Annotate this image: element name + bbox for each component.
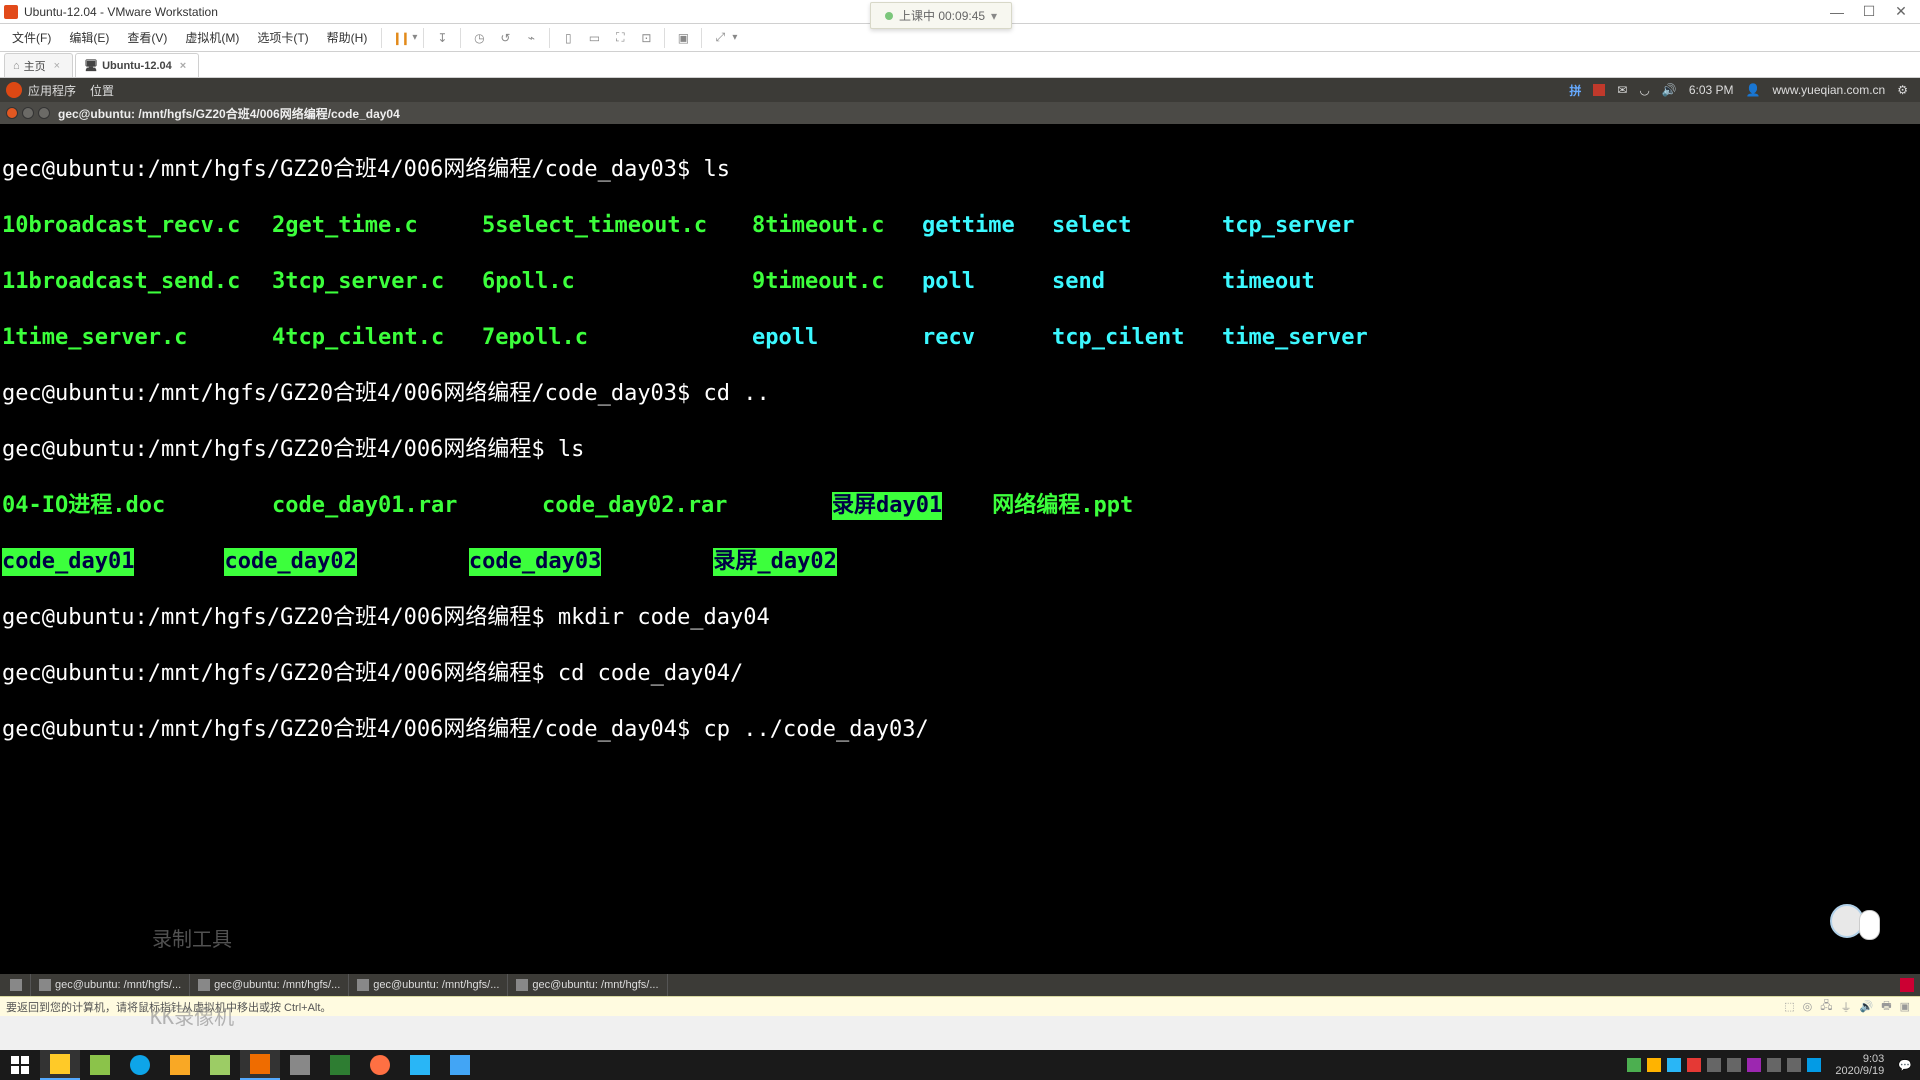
wifi-icon[interactable]: ◡ (1639, 83, 1649, 97)
ubuntu-taskbar: gec@ubuntu: /mnt/hgfs/... gec@ubuntu: /m… (0, 974, 1920, 996)
snapshot-manager-icon[interactable]: ⌁ (519, 26, 543, 50)
recording-label: 上课中 00:09:45 (899, 7, 985, 24)
taskbar-app[interactable] (360, 1050, 400, 1080)
term-close-icon[interactable] (6, 107, 18, 119)
maximize-button[interactable]: ☐ (1854, 2, 1884, 22)
url-label: www.yueqian.com.cn (1773, 83, 1886, 97)
status-icon[interactable] (1593, 84, 1605, 96)
vmware-statusbar: 要返回到您的计算机，请将鼠标指针从虚拟机中移出或按 Ctrl+Alt。 ⬚ ◎ … (0, 996, 1920, 1016)
terminal-titlebar: gec@ubuntu: /mnt/hgfs/GZ20合班4/006网络编程/co… (0, 102, 1920, 124)
assistant-badge-label: A (1859, 910, 1880, 940)
monitor-icon: 🖥 (84, 59, 98, 72)
term-max-icon[interactable] (38, 107, 50, 119)
console-icon[interactable]: ▣ (671, 26, 695, 50)
menu-view[interactable]: 查看(V) (119, 25, 175, 50)
minimize-button[interactable]: — (1822, 2, 1852, 22)
assistant-badge[interactable]: A (1830, 904, 1880, 940)
tab-home-label: 主页 (24, 58, 46, 74)
tab-vm[interactable]: 🖥 Ubuntu-12.04 × (75, 53, 199, 77)
view-single-icon[interactable]: ▯ (556, 26, 580, 50)
chevron-down-icon: ▾ (991, 9, 997, 23)
taskbar-app[interactable] (440, 1050, 480, 1080)
taskbar-item[interactable]: gec@ubuntu: /mnt/hgfs/... (508, 974, 667, 996)
clock[interactable]: 6:03 PM (1689, 83, 1734, 97)
home-icon: ⌂ (13, 60, 20, 72)
pause-icon[interactable]: ❙❙ (388, 26, 412, 50)
taskbar-app[interactable] (400, 1050, 440, 1080)
terminal-title: gec@ubuntu: /mnt/hgfs/GZ20合班4/006网络编程/co… (58, 105, 400, 122)
tray-icon[interactable] (1667, 1058, 1681, 1072)
windows-clock[interactable]: 9:03 2020/9/19 (1827, 1053, 1892, 1077)
tray-icon[interactable] (1687, 1058, 1701, 1072)
terminal[interactable]: gec@ubuntu:/mnt/hgfs/GZ20合班4/006网络编程/cod… (0, 124, 1920, 974)
tab-vm-label: Ubuntu-12.04 (102, 60, 172, 72)
taskbar-app[interactable] (200, 1050, 240, 1080)
system-tray[interactable]: 9:03 2020/9/19 💬 (1619, 1053, 1920, 1077)
mail-icon[interactable]: ✉ (1617, 83, 1627, 97)
taskbar-app[interactable] (160, 1050, 200, 1080)
menu-file[interactable]: 文件(F) (4, 25, 59, 50)
trash-icon[interactable] (1900, 978, 1914, 992)
menu-tabs[interactable]: 选项卡(T) (249, 25, 316, 50)
tray-icon[interactable] (1627, 1058, 1641, 1072)
stretch-icon[interactable]: ⤢ (708, 26, 732, 50)
watermark: 录制工具 KK录像机 (150, 874, 234, 1056)
ubuntu-logo-icon[interactable] (6, 82, 22, 98)
volume-icon[interactable]: 🔊 (1662, 83, 1677, 97)
panel-places[interactable]: 位置 (90, 82, 114, 99)
tray-icon[interactable] (1767, 1058, 1781, 1072)
device-cd-icon[interactable]: ◎ (1803, 1000, 1813, 1013)
recording-dot-icon (885, 12, 893, 20)
panel-applications[interactable]: 应用程序 (28, 82, 76, 99)
view-unity-icon[interactable]: ⊡ (634, 26, 658, 50)
menu-vm[interactable]: 虚拟机(M) (177, 25, 247, 50)
menu-edit[interactable]: 编辑(E) (61, 25, 117, 50)
device-net-icon[interactable]: 🖧 (1820, 997, 1832, 1016)
tab-home[interactable]: ⌂ 主页 × (4, 53, 73, 77)
send-key-icon[interactable]: ↧ (430, 26, 454, 50)
tray-icon[interactable] (1707, 1058, 1721, 1072)
tray-icon[interactable] (1727, 1058, 1741, 1072)
taskbar-explorer[interactable] (40, 1050, 80, 1080)
gear-icon[interactable]: ⚙ (1897, 83, 1908, 97)
vmware-tabs: ⌂ 主页 × 🖥 Ubuntu-12.04 × (0, 52, 1920, 78)
tray-icon[interactable] (1787, 1058, 1801, 1072)
tray-icon[interactable] (1747, 1058, 1761, 1072)
view-fullscreen-icon[interactable]: ⛶ (608, 26, 632, 50)
notifications-icon[interactable]: 💬 (1898, 1059, 1912, 1072)
view-split-icon[interactable]: ▭ (582, 26, 606, 50)
term-min-icon[interactable] (22, 107, 34, 119)
close-icon[interactable]: × (180, 60, 186, 72)
taskbar-app[interactable] (320, 1050, 360, 1080)
taskbar-app[interactable] (80, 1050, 120, 1080)
recording-status[interactable]: 上课中 00:09:45 ▾ (870, 2, 1012, 29)
windows-taskbar: 9:03 2020/9/19 💬 (0, 1050, 1920, 1080)
device-usb-icon[interactable]: ⏚ (1841, 999, 1852, 1015)
close-button[interactable]: ✕ (1886, 2, 1916, 22)
close-icon[interactable]: × (54, 60, 60, 72)
snapshot-revert-icon[interactable]: ↺ (493, 26, 517, 50)
tray-icon[interactable] (1647, 1058, 1661, 1072)
device-sound-icon[interactable]: 🔊 (1860, 1000, 1874, 1013)
taskbar-app[interactable] (280, 1050, 320, 1080)
start-button[interactable] (0, 1050, 40, 1080)
ubuntu-top-panel: 应用程序 位置 拼 ✉ ◡ 🔊 6:03 PM 👤 www.yueqian.co… (0, 78, 1920, 102)
snapshot-icon[interactable]: ◷ (467, 26, 491, 50)
vmware-icon (4, 5, 18, 19)
taskbar-item[interactable]: gec@ubuntu: /mnt/hgfs/... (349, 974, 508, 996)
taskbar-vmware[interactable] (240, 1050, 280, 1080)
device-display-icon[interactable]: ▣ (1900, 1000, 1910, 1013)
show-desktop-button[interactable] (2, 974, 31, 996)
taskbar-app[interactable] (120, 1050, 160, 1080)
device-disk-icon[interactable]: ⬚ (1784, 1000, 1794, 1013)
chevron-down-icon[interactable]: ▾ (732, 32, 737, 43)
ime-indicator[interactable]: 拼 (1569, 82, 1581, 99)
chevron-down-icon[interactable]: ▾ (412, 32, 417, 43)
device-printer-icon[interactable]: 🖶 (1881, 997, 1891, 1016)
tray-icon[interactable] (1807, 1058, 1821, 1072)
user-icon[interactable]: 👤 (1746, 83, 1761, 97)
menu-help[interactable]: 帮助(H) (319, 25, 376, 50)
